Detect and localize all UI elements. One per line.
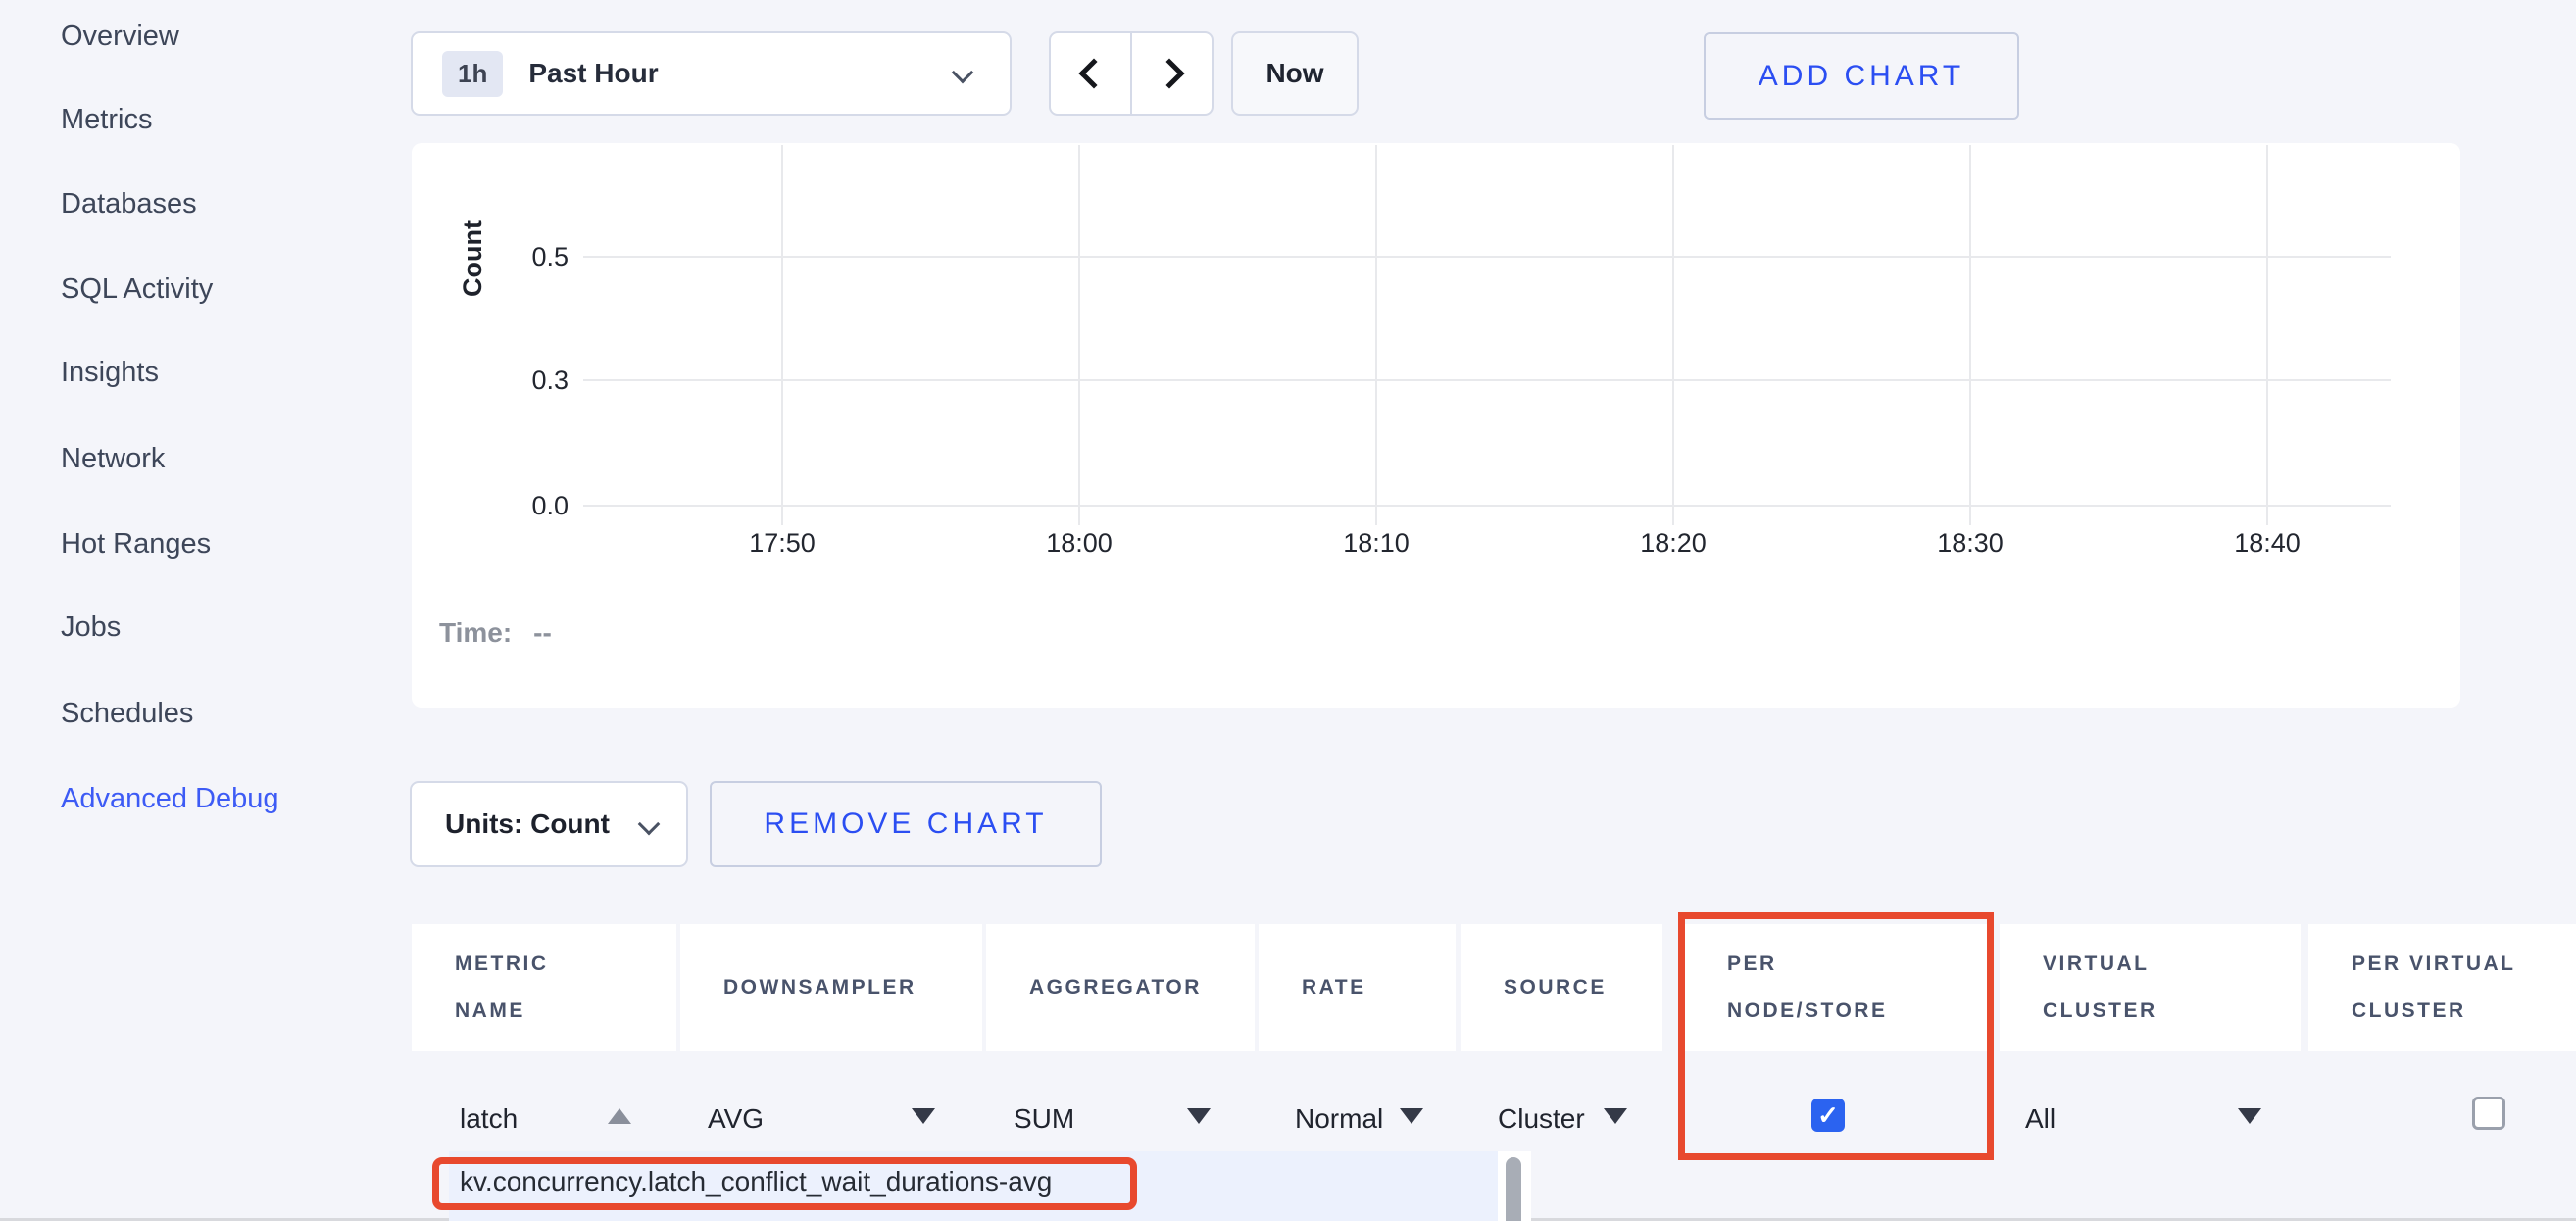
- per-virtual-cluster-checkbox[interactable]: [2472, 1097, 2505, 1130]
- x-tick-label: 18:00: [1006, 525, 1153, 561]
- add-chart-button[interactable]: ADD CHART: [1704, 32, 2019, 120]
- time-range-select[interactable]: 1h Past Hour: [411, 31, 1012, 116]
- y-tick-label: 0.0: [461, 488, 569, 523]
- caret-up-icon: [608, 1108, 631, 1124]
- metric-suggestion-item[interactable]: kv.concurrency.latch_conflict_wait_durat…: [460, 1166, 1052, 1197]
- x-tick-label: 18:10: [1303, 525, 1450, 561]
- sidebar-item-insights[interactable]: Insights: [61, 353, 159, 392]
- next-range-button[interactable]: [1132, 33, 1212, 114]
- units-select-label: Units: Count: [445, 808, 610, 840]
- caret-down-icon: [1400, 1108, 1423, 1124]
- sidebar-item-network[interactable]: Network: [61, 439, 165, 478]
- now-button[interactable]: Now: [1231, 31, 1359, 116]
- time-pager: [1049, 31, 1214, 116]
- column-header-source: SOURCE: [1461, 924, 1662, 1051]
- chevron-right-icon: [1154, 58, 1184, 88]
- scrollbar-thumb[interactable]: [1506, 1157, 1521, 1221]
- gridline-vertical: [781, 145, 783, 525]
- sidebar-item-sql-activity[interactable]: SQL Activity: [61, 269, 213, 309]
- remove-chart-button[interactable]: REMOVE CHART: [710, 781, 1102, 867]
- caret-down-icon: [912, 1108, 935, 1124]
- sidebar-item-hot-ranges[interactable]: Hot Ranges: [61, 524, 211, 563]
- sidebar-item-advanced-debug[interactable]: Advanced Debug: [61, 779, 279, 818]
- virtual-cluster-select[interactable]: All: [2025, 1101, 2056, 1137]
- caret-down-icon: [2238, 1108, 2261, 1124]
- gridline-vertical: [1969, 145, 1971, 525]
- sidebar-item-metrics[interactable]: Metrics: [61, 100, 152, 139]
- per-node-store-checkbox[interactable]: ✓: [1811, 1099, 1845, 1132]
- gridline-vertical: [1672, 145, 1674, 525]
- hover-time-readout: Time: --: [439, 617, 552, 649]
- rate-select[interactable]: Normal: [1295, 1101, 1383, 1137]
- y-tick-label: 0.3: [461, 363, 569, 398]
- x-tick-label: 18:30: [1897, 525, 2044, 561]
- gridline-horizontal: [583, 505, 2391, 507]
- sidebar-item-jobs[interactable]: Jobs: [61, 608, 121, 647]
- hover-time-label: Time:: [439, 617, 512, 649]
- source-select[interactable]: Cluster: [1498, 1101, 1585, 1137]
- caret-down-icon: [1187, 1108, 1211, 1124]
- aggregator-select[interactable]: SUM: [1014, 1101, 1074, 1137]
- sidebar-item-databases[interactable]: Databases: [61, 184, 197, 223]
- x-tick-label: 18:40: [2194, 525, 2341, 561]
- gridline-horizontal: [583, 256, 2391, 258]
- column-header-downsampler: DOWNSAMPLER: [680, 924, 982, 1051]
- y-tick-label: 0.5: [461, 239, 569, 274]
- chart-plot-area[interactable]: [583, 143, 2391, 525]
- scrollbar-track[interactable]: [1498, 1151, 1531, 1221]
- sidebar-item-overview[interactable]: Overview: [61, 17, 179, 56]
- metric-name-input[interactable]: latch: [460, 1101, 518, 1137]
- time-range-badge: 1h: [442, 51, 503, 97]
- chevron-down-icon: [638, 813, 661, 836]
- hover-time-value: --: [533, 617, 552, 649]
- gridline-horizontal: [583, 379, 2391, 381]
- prev-range-button[interactable]: [1051, 33, 1132, 114]
- column-header-virtual-cluster: VIRTUAL CLUSTER: [2000, 924, 2301, 1051]
- gridline-vertical: [2266, 145, 2268, 525]
- chart-card: Count 0.5 0.3 0.0 17:50 18:00 18:10 18:2…: [412, 143, 2460, 708]
- x-tick-label: 18:20: [1600, 525, 1747, 561]
- column-header-aggregator: AGGREGATOR: [986, 924, 1255, 1051]
- time-range-label: Past Hour: [528, 58, 658, 89]
- units-select[interactable]: Units: Count: [410, 781, 688, 867]
- checkmark-icon: ✓: [1817, 1100, 1839, 1131]
- gridline-vertical: [1078, 145, 1080, 525]
- caret-down-icon: [1604, 1108, 1627, 1124]
- gridline-vertical: [1375, 145, 1377, 525]
- x-tick-label: 17:50: [709, 525, 856, 561]
- column-header-metric-name: METRIC NAME: [412, 924, 676, 1051]
- downsampler-select[interactable]: AVG: [708, 1101, 764, 1137]
- column-header-per-node-store: PER NODE/STORE: [1684, 924, 1990, 1051]
- column-header-per-virtual-cluster: PER VIRTUAL CLUSTER: [2308, 924, 2576, 1051]
- column-header-rate: RATE: [1259, 924, 1456, 1051]
- sidebar-item-schedules[interactable]: Schedules: [61, 694, 193, 733]
- chevron-left-icon: [1078, 58, 1109, 88]
- custom-chart-page: Overview Metrics Databases SQL Activity …: [0, 0, 2576, 1221]
- chevron-down-icon: [952, 62, 974, 84]
